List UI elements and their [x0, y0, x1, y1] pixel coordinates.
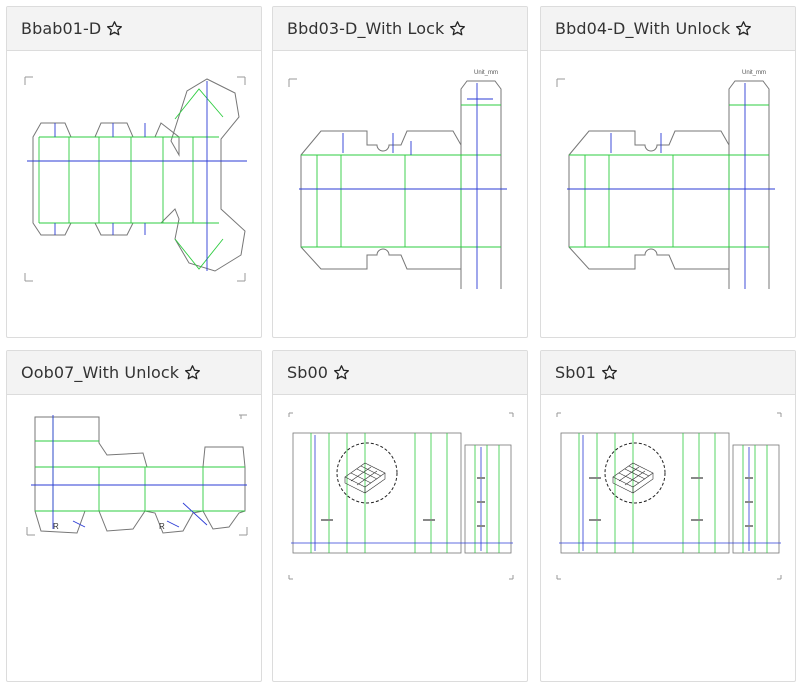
card-title: Bbd03-D_With Lock [287, 19, 445, 38]
template-card-bbd03-d-with-lock[interactable]: Bbd03-D_With Lock Unit_mm [272, 6, 528, 338]
card-header: Bbab01-D [7, 7, 261, 51]
card-title: Sb01 [555, 363, 597, 382]
template-card-sb00[interactable]: Sb00 [272, 350, 528, 682]
star-outline-icon[interactable] [333, 364, 350, 381]
unit-label: Unit_mm [742, 70, 766, 76]
card-title: Bbd04-D_With Unlock [555, 19, 731, 38]
star-outline-icon[interactable] [106, 20, 123, 37]
star-outline-icon[interactable] [184, 364, 201, 381]
card-header: Sb00 [273, 351, 527, 395]
card-title: Sb00 [287, 363, 329, 382]
template-card-sb01[interactable]: Sb01 [540, 350, 796, 682]
dieline-preview[interactable]: R R [15, 403, 255, 633]
dieline-preview[interactable] [15, 59, 255, 289]
dieline-preview[interactable]: Unit_mm [549, 59, 789, 324]
star-outline-icon[interactable] [735, 20, 752, 37]
radius-label: R [159, 522, 165, 531]
card-title: Bbab01-D [21, 19, 102, 38]
template-card-bbab01-d[interactable]: Bbab01-D [6, 6, 262, 338]
dieline-preview[interactable] [549, 403, 789, 633]
dieline-preview[interactable]: Unit_mm [281, 59, 521, 330]
card-header: Bbd03-D_With Lock [273, 7, 527, 51]
card-header: Oob07_With Unlock [7, 351, 261, 395]
card-header: Bbd04-D_With Unlock [541, 7, 795, 51]
star-outline-icon[interactable] [601, 364, 618, 381]
dieline-preview[interactable] [281, 403, 521, 633]
radius-label: R [53, 522, 59, 531]
star-outline-icon[interactable] [449, 20, 466, 37]
unit-label: Unit_mm [474, 70, 498, 76]
card-title: Oob07_With Unlock [21, 363, 180, 382]
template-card-oob07-with-unlock[interactable]: Oob07_With Unlock R R [6, 350, 262, 682]
card-header: Sb01 [541, 351, 795, 395]
template-card-bbd04-d-with-unlock[interactable]: Bbd04-D_With Unlock Unit_mm [540, 6, 796, 338]
